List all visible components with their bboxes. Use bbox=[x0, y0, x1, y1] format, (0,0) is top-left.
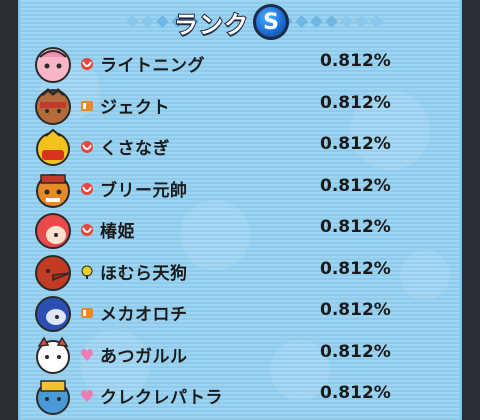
appearance-rate: 0.812% bbox=[320, 134, 391, 154]
kusanagi-avatar-icon bbox=[36, 128, 70, 166]
appearance-rate: 0.812% bbox=[320, 92, 391, 113]
yokai-name: クレクレパトラ bbox=[100, 388, 224, 408]
yokai-name: 椿姫 bbox=[100, 222, 135, 242]
appearance-rate: 0.812% bbox=[320, 341, 391, 362]
appearance-rate: 0.812% bbox=[320, 383, 391, 403]
yokai-name: ほむら天狗 bbox=[100, 263, 188, 284]
yokai-name: くさなぎ bbox=[100, 139, 170, 159]
brave-tribe-icon bbox=[81, 308, 93, 318]
appearance-rate: 0.812% bbox=[320, 51, 391, 71]
list-item: あつガルル 0.812% bbox=[20, 335, 460, 376]
yokai-name: ライトニング bbox=[100, 56, 205, 76]
list-item: 椿姫 0.812% bbox=[20, 210, 460, 251]
homura-tengu-avatar-icon bbox=[35, 254, 71, 291]
charming-tribe-icon bbox=[81, 390, 93, 402]
rank-s-badge: S bbox=[253, 4, 289, 40]
list-item: ブリー元帥 0.812% bbox=[20, 169, 460, 210]
rank-header: ランク S bbox=[20, 0, 460, 44]
list-item: ほむら天狗 0.812% bbox=[20, 252, 460, 293]
eerie-tribe-icon bbox=[81, 141, 93, 153]
rank-list-panel: ランク S ライトニング 0.812% ジェクト 0.812% くさなぎ 0.812% ブリ… bbox=[18, 0, 462, 420]
rank-title: ランク bbox=[173, 10, 249, 40]
eerie-tribe-icon bbox=[81, 58, 93, 70]
mysterious-tribe-icon bbox=[81, 265, 93, 279]
yokai-name: あつガルル bbox=[100, 346, 188, 367]
tsubakihime-avatar-icon bbox=[35, 213, 71, 249]
list-item: メカオロチ 0.812% bbox=[20, 293, 460, 334]
list-item: ライトニング 0.812% bbox=[20, 44, 460, 85]
kurekure-patra-avatar-icon bbox=[36, 380, 70, 415]
list-item: ジェクト 0.812% bbox=[20, 86, 460, 127]
appearance-rate: 0.812% bbox=[320, 217, 391, 237]
atsu-garuru-avatar-icon bbox=[36, 336, 70, 374]
yokai-name: ブリー元帥 bbox=[100, 180, 188, 201]
lightning-avatar-icon bbox=[35, 47, 71, 83]
appearance-rate: 0.812% bbox=[320, 258, 391, 279]
bully-marshal-avatar-icon bbox=[36, 173, 70, 208]
yokai-name: ジェクト bbox=[100, 97, 170, 118]
list-item: クレクレパトラ 0.812% bbox=[20, 376, 460, 417]
header-decoration-right bbox=[280, 14, 383, 30]
ject-avatar-icon bbox=[35, 87, 71, 125]
charming-tribe-icon bbox=[81, 348, 93, 361]
yokai-name: メカオロチ bbox=[100, 305, 188, 325]
eerie-tribe-icon bbox=[81, 224, 93, 236]
appearance-rate: 0.812% bbox=[320, 300, 391, 320]
list-item: くさなぎ 0.812% bbox=[20, 127, 460, 168]
meka-orochi-avatar-icon bbox=[35, 296, 71, 332]
eerie-tribe-icon bbox=[81, 182, 93, 195]
appearance-rate: 0.812% bbox=[320, 175, 391, 196]
brave-tribe-icon bbox=[81, 100, 93, 111]
